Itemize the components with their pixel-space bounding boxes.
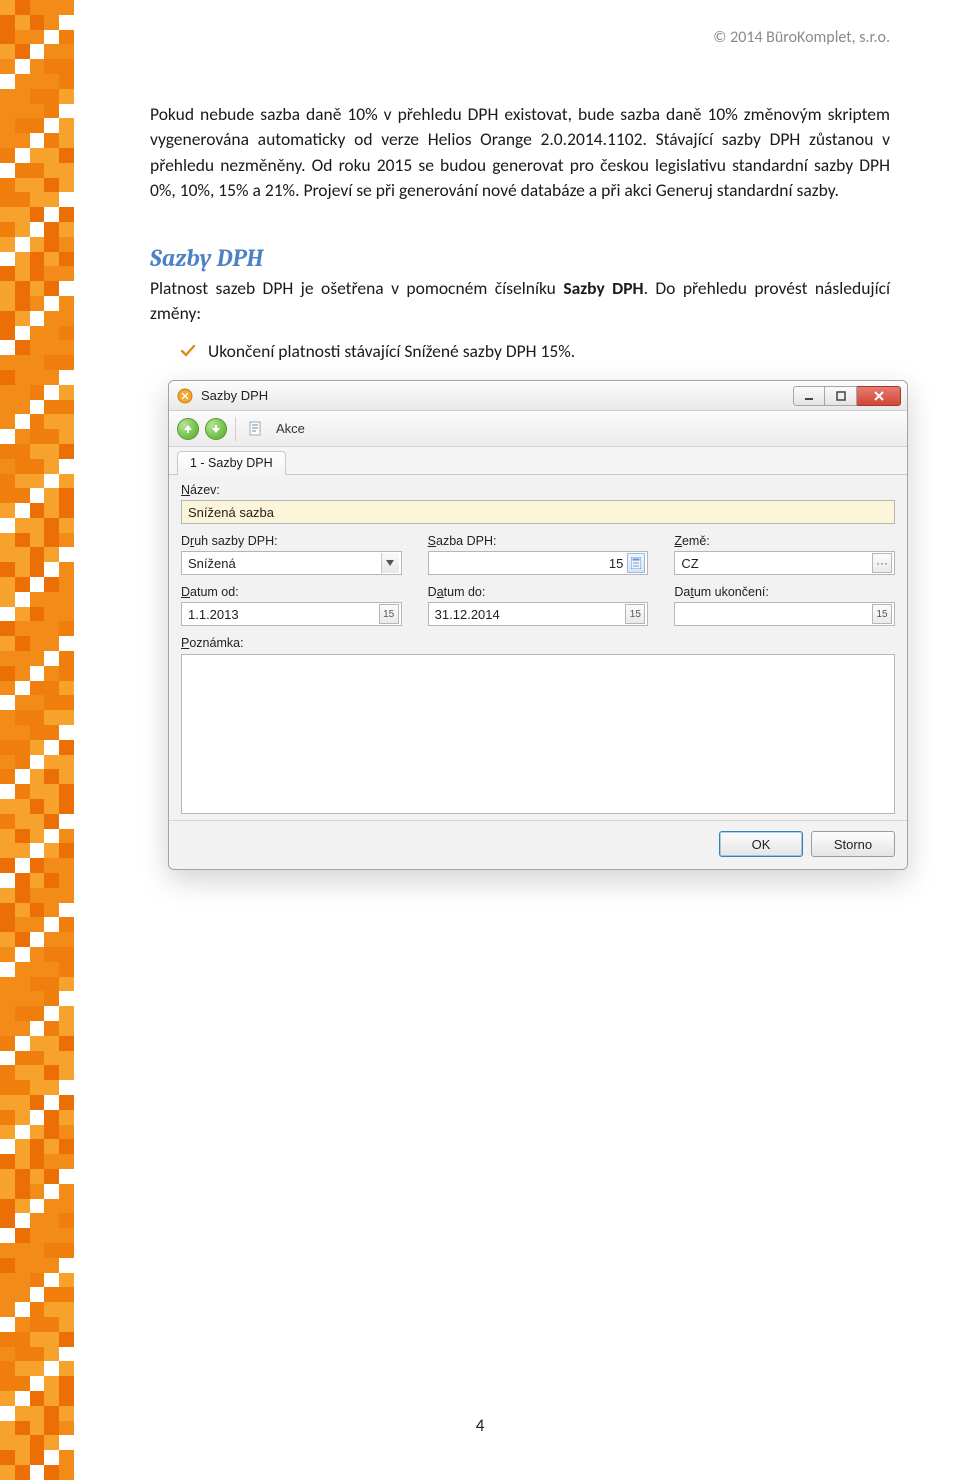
window-title: Sazby DPH — [201, 388, 785, 403]
label-datum-ukonceni: Datum ukončení: — [674, 585, 895, 599]
input-datum-ukonceni[interactable]: 15 — [674, 602, 895, 626]
toolbar: Akce — [169, 411, 907, 447]
tabstrip: 1 - Sazby DPH — [169, 447, 907, 475]
forward-button[interactable] — [205, 418, 227, 440]
calculator-icon[interactable] — [627, 553, 645, 573]
form-area: Název: Snížená sazba Druh sazby DPH: Sní… — [169, 475, 907, 820]
document-page: © 2014 BüroKomplet, s.r.o. Pokud nebude … — [0, 0, 960, 1470]
label-datum-do: Datum do: — [428, 585, 649, 599]
dialog-button-row: OK Storno — [169, 820, 907, 869]
input-datum-od[interactable]: 1.1.2013 15 — [181, 602, 402, 626]
body-paragraph-2: Platnost sazeb DPH je ošetřena v pomocné… — [150, 276, 890, 327]
maximize-button[interactable] — [825, 386, 857, 406]
textarea-poznamka[interactable] — [181, 654, 895, 814]
page-number: 4 — [476, 1415, 485, 1436]
maximize-icon — [836, 391, 846, 401]
minimize-icon — [804, 391, 814, 401]
calendar-icon[interactable]: 15 — [379, 604, 399, 624]
label-sazba: Sazba DPH: — [428, 534, 649, 548]
close-button[interactable] — [857, 386, 901, 406]
combo-druh[interactable]: Snížená — [181, 551, 402, 575]
decorative-sidebar — [0, 0, 74, 1470]
arrow-up-icon — [183, 424, 193, 434]
body-paragraph-1: Pokud nebude sazba daně 10% v přehledu D… — [150, 102, 890, 204]
label-datum-od: Datum od: — [181, 585, 402, 599]
input-zeme[interactable]: CZ ··· — [674, 551, 895, 575]
minimize-button[interactable] — [793, 386, 825, 406]
calendar-icon[interactable]: 15 — [625, 604, 645, 624]
app-icon — [177, 388, 193, 404]
check-icon — [180, 343, 196, 359]
label-zeme: Země: — [674, 534, 895, 548]
label-nazev: Název: — [181, 483, 895, 497]
back-button[interactable] — [177, 418, 199, 440]
calendar-icon[interactable]: 15 — [872, 604, 892, 624]
label-druh: Druh sazby DPH: — [181, 534, 402, 548]
close-icon — [873, 390, 885, 402]
tab-sazby-dph[interactable]: 1 - Sazby DPH — [177, 451, 286, 475]
arrow-down-icon — [211, 424, 221, 434]
dialog-window: Sazby DPH — [168, 380, 908, 870]
ellipsis-icon[interactable]: ··· — [872, 553, 892, 573]
section-heading: Sazby DPH — [150, 244, 890, 272]
input-sazba[interactable]: 15 — [428, 551, 649, 575]
document-icon — [247, 420, 265, 438]
toolbar-separator — [235, 417, 236, 441]
bullet-text: Ukončení platnosti stávající Snížené saz… — [208, 340, 575, 362]
chevron-down-icon — [381, 553, 399, 573]
input-nazev[interactable]: Snížená sazba — [181, 500, 895, 524]
label-poznamka: Poznámka: — [181, 636, 895, 650]
ok-button[interactable]: OK — [719, 831, 803, 857]
action-icon[interactable] — [244, 417, 268, 441]
input-datum-do[interactable]: 31.12.2014 15 — [428, 602, 649, 626]
copyright-text: © 2014 BüroKomplet, s.r.o. — [713, 28, 890, 47]
toolbar-action-label[interactable]: Akce — [274, 421, 305, 436]
titlebar[interactable]: Sazby DPH — [169, 381, 907, 411]
bullet-item: Ukončení platnosti stávající Snížené saz… — [180, 340, 890, 362]
storno-button[interactable]: Storno — [811, 831, 895, 857]
